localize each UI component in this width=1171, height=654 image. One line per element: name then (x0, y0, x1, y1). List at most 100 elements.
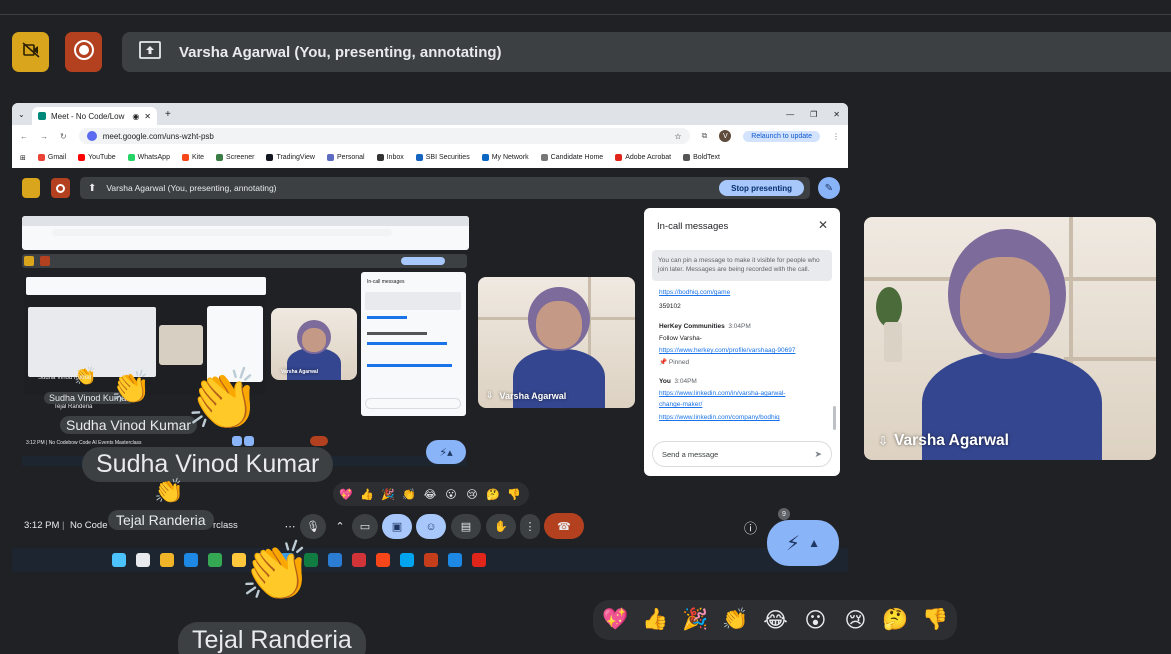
reaction-emoji-button[interactable]: 👍 (639, 608, 672, 632)
reaction-emoji-button[interactable]: 🤔 (879, 608, 912, 632)
reaction-name-tag: Tejal Randeria (54, 404, 93, 410)
window-close-icon[interactable]: ✕ (833, 110, 840, 119)
bookmark-star-icon[interactable]: ☆ (674, 132, 681, 141)
taskbar-app-icon[interactable] (112, 553, 126, 567)
reaction-emoji-button[interactable]: 😢 (839, 608, 872, 633)
hand-icon: ✋ (494, 521, 508, 533)
stop-presenting-button[interactable]: Stop presenting (719, 180, 804, 196)
bookmark-item[interactable]: WhatsApp (127, 154, 170, 161)
menu-icon[interactable]: ⋮ (832, 132, 840, 141)
reactions-bar-small: 💖 👍 🎉 👏 😂 😮 😢 🤔 👎 (333, 482, 529, 506)
meet-icon (38, 112, 46, 120)
reaction-emoji-button[interactable]: 👍 (358, 488, 376, 501)
end-call-button[interactable]: ☎ (544, 513, 584, 539)
bookmark-item[interactable]: BoldText (683, 154, 720, 161)
minimize-icon[interactable]: — (786, 110, 794, 119)
taskbar-app-icon[interactable] (184, 553, 198, 567)
raise-hand-button[interactable]: ✋ (486, 514, 516, 539)
reload-icon[interactable]: ↻ (60, 132, 67, 141)
reaction-emoji-button[interactable]: 💖 (599, 608, 632, 632)
present-button[interactable]: ▣ (382, 514, 412, 539)
recording-button[interactable] (65, 32, 102, 72)
reaction-emoji-button[interactable]: 👏 (719, 608, 752, 632)
taskbar-app-icon[interactable] (352, 553, 366, 567)
bookmark-item[interactable]: Inbox (376, 154, 404, 161)
reaction-name-tag: Sudha Vinod Kumar (38, 375, 92, 381)
reaction-emoji-button[interactable]: 😮 (442, 488, 460, 501)
bookmark-item[interactable]: My Network (481, 154, 529, 161)
reaction-emoji-button[interactable]: 🎉 (379, 488, 397, 501)
taskbar-app-icon[interactable] (328, 553, 342, 567)
taskbar-app-icon[interactable] (448, 553, 462, 567)
browser-tab[interactable]: Meet - No Code/Low Code ◉ ✕ (32, 107, 157, 125)
restore-icon[interactable]: ❐ (810, 110, 817, 119)
reaction-emoji-button[interactable]: 👎 (505, 488, 523, 501)
send-icon[interactable]: ➤ (814, 449, 822, 460)
notification-badge: 9 (778, 508, 790, 520)
bookmark-item[interactable]: Gmail (37, 154, 66, 161)
present-screen-icon: ⬆ (88, 182, 97, 194)
taskbar-app-icon[interactable] (472, 553, 486, 567)
taskbar-app-icon[interactable] (160, 553, 174, 567)
bookmark-item[interactable]: TradingView (266, 154, 315, 161)
taskbar-app-icon[interactable] (376, 553, 390, 567)
inner-video-off-button[interactable] (22, 178, 40, 198)
reaction-emoji-button[interactable]: 👏 (400, 488, 418, 501)
relaunch-button[interactable]: Relaunch to update (743, 130, 820, 142)
bookmark-item[interactable]: Adobe Acrobat (615, 154, 671, 161)
chat-scrollbar[interactable] (833, 406, 836, 430)
chat-link[interactable]: https://www.herkey.com/profile/varshaag-… (659, 347, 795, 354)
annotate-button[interactable]: ✎ (818, 177, 840, 199)
close-tab-icon[interactable]: ✕ (144, 112, 151, 121)
inner-presenting-label: Varsha Agarwal (You, presenting, annotat… (106, 183, 277, 193)
bookmark-item[interactable]: Personal (326, 154, 365, 161)
camera-options-button[interactable]: ⌃ (331, 514, 349, 539)
inner-record-button[interactable] (51, 178, 70, 198)
more-options-button[interactable]: ⋯ (279, 514, 301, 539)
profile-avatar[interactable]: V (719, 130, 732, 142)
reactions-button[interactable]: ☺ (416, 514, 446, 539)
bookmark-item[interactable]: Candidate Home (540, 154, 603, 161)
camera-button[interactable]: ▭ (352, 514, 378, 539)
reaction-emoji-button[interactable]: 😂 (421, 488, 439, 501)
new-tab-button[interactable]: + (165, 109, 171, 120)
forward-icon[interactable]: → (40, 132, 48, 141)
site-info-icon[interactable] (86, 131, 97, 141)
close-icon[interactable]: ✕ (818, 218, 828, 232)
send-message-input[interactable]: Send a message ➤ (652, 441, 832, 467)
bookmark-item[interactable]: Screener (216, 154, 254, 161)
info-icon[interactable]: ⓘ (744, 518, 757, 537)
captions-button[interactable]: ▤ (451, 514, 481, 539)
chat-link[interactable]: https://bodhiq.com/game (659, 289, 730, 296)
taskbar-app-icon[interactable] (136, 553, 150, 567)
nested-lightning-button[interactable]: ⚡▴ (426, 440, 466, 464)
reaction-emoji-button[interactable]: 😮 (799, 608, 832, 633)
taskbar-app-icon[interactable] (400, 553, 414, 567)
chat-link[interactable]: change-maker/ (659, 401, 702, 408)
hide-self-view-button[interactable] (12, 32, 49, 72)
taskbar-app-icon[interactable] (208, 553, 222, 567)
reaction-emoji-button[interactable]: 🤔 (484, 488, 502, 501)
chat-link[interactable]: https://www.linkedin.com/company/bodhiq (659, 414, 780, 421)
lightning-reactions-button[interactable]: ⚡ ▲ (767, 520, 839, 566)
apps-icon[interactable]: ⊞ (20, 154, 26, 162)
chat-link[interactable]: https://www.linkedin.com/in/varsha-agarw… (659, 390, 785, 397)
reaction-emoji-button[interactable]: 👎 (919, 608, 952, 632)
microphone-button[interactable]: 🎙 (300, 514, 326, 539)
tab-search-icon[interactable]: ⌄ (18, 110, 32, 119)
bookmark-favicon-icon (683, 154, 691, 161)
address-bar[interactable]: meet.google.com/uns-wzht-psb ☆ (78, 128, 690, 144)
extensions-icon[interactable]: ⧉ (702, 131, 708, 141)
more-actions-button[interactable]: ⋮ (520, 514, 540, 539)
reaction-emoji-button[interactable]: 💖 (337, 488, 355, 501)
meeting-separator: | (62, 520, 65, 531)
reaction-emoji-button[interactable]: 😂 (759, 608, 792, 633)
bookmark-item[interactable]: YouTube (78, 154, 116, 161)
bookmark-item[interactable]: Kite (181, 154, 204, 161)
reaction-emoji-button[interactable]: 🎉 (679, 608, 712, 632)
back-icon[interactable]: ← (20, 132, 28, 141)
bookmark-item[interactable]: SBI Securities (415, 154, 470, 161)
reaction-name-tag: Tejal Randeria (108, 510, 214, 530)
reaction-emoji-button[interactable]: 😢 (463, 488, 481, 501)
taskbar-app-icon[interactable] (424, 553, 438, 567)
